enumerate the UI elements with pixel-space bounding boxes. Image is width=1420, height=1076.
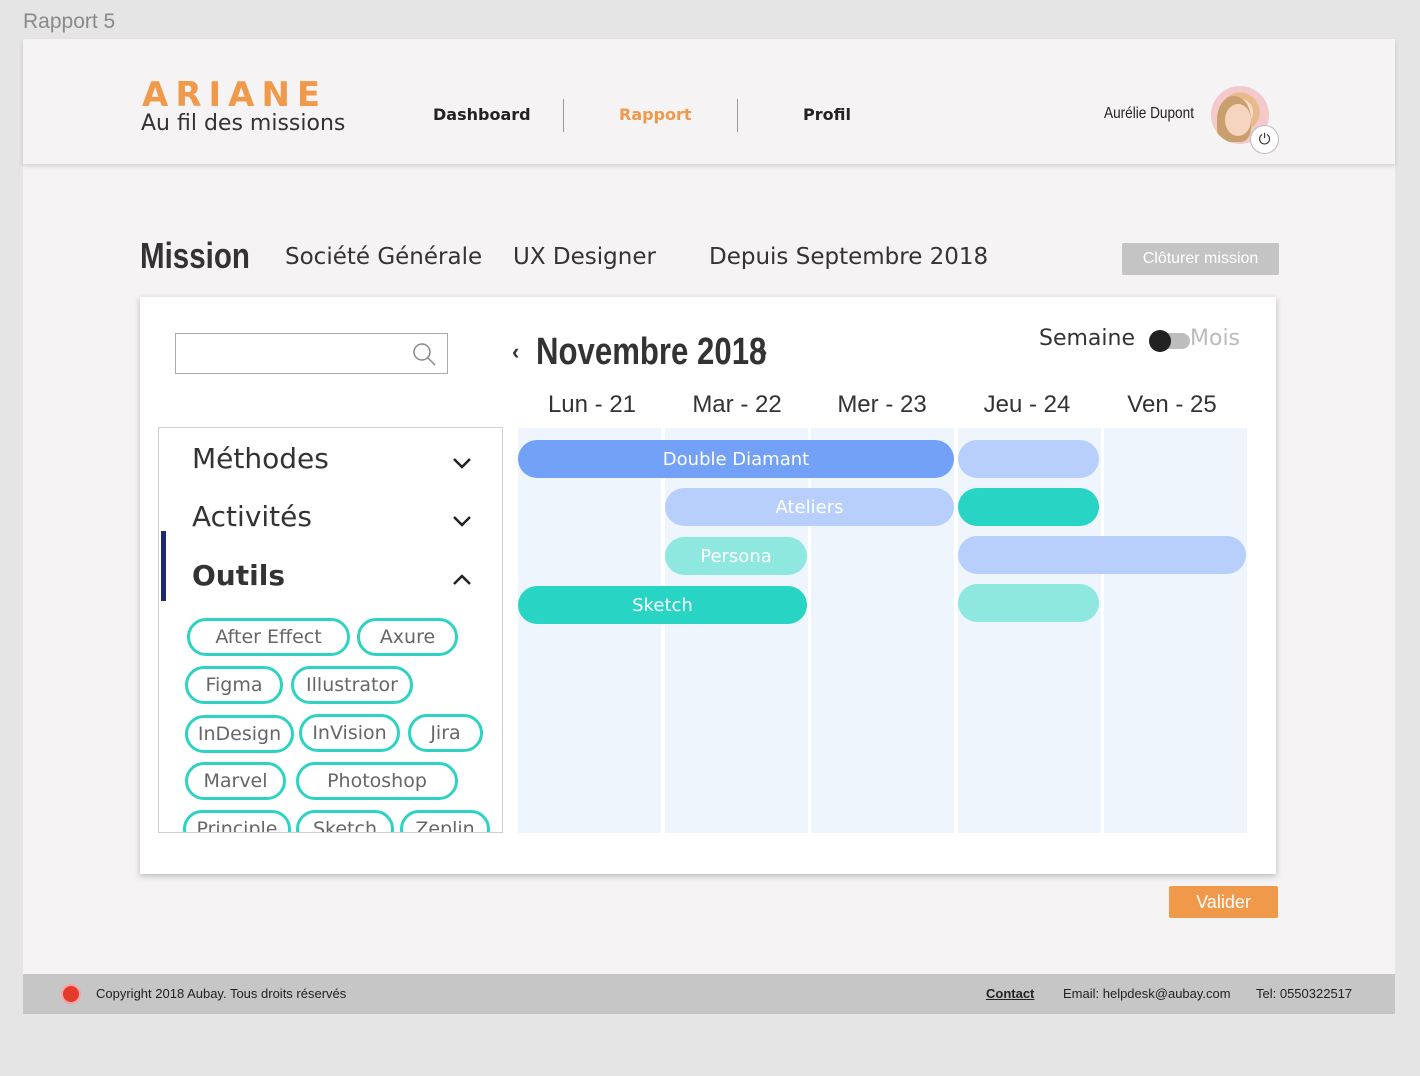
footer-contact-link[interactable]: Contact bbox=[986, 986, 1034, 1001]
tool-tag[interactable]: Illustrator bbox=[291, 666, 413, 704]
tool-tag[interactable]: Sketch bbox=[296, 810, 394, 832]
toggle-knob bbox=[1149, 330, 1171, 352]
frame-title: Rapport 5 bbox=[23, 10, 116, 33]
mission-label: Mission bbox=[140, 235, 250, 276]
view-toggle[interactable] bbox=[1149, 330, 1190, 352]
top-header: ARIANE Au fil des missions Dashboard Rap… bbox=[23, 39, 1395, 164]
filter-section-outils[interactable]: Outils bbox=[192, 559, 285, 592]
event-block[interactable] bbox=[958, 536, 1246, 574]
event-block[interactable] bbox=[958, 440, 1099, 478]
tool-tag[interactable]: After Effect bbox=[187, 618, 350, 656]
event-sketch[interactable]: Sketch bbox=[518, 586, 807, 624]
footer-phone: Tel: 0550322517 bbox=[1256, 986, 1353, 1001]
nav-dashboard[interactable]: Dashboard bbox=[433, 105, 531, 124]
mission-company: Société Générale bbox=[285, 244, 483, 270]
day-header: Mer - 23 bbox=[837, 391, 927, 418]
filter-section-methodes[interactable]: Méthodes bbox=[192, 442, 329, 475]
event-block[interactable] bbox=[958, 488, 1099, 526]
footer-email: Email: helpdesk@aubay.com bbox=[1063, 986, 1231, 1001]
tool-tag[interactable]: Axure bbox=[357, 618, 458, 656]
company-logo-icon bbox=[61, 984, 81, 1004]
calendar-month: Novembre 2018 bbox=[536, 331, 767, 373]
close-mission-button[interactable]: Clôturer mission bbox=[1122, 243, 1279, 275]
day-header: Mar - 22 bbox=[692, 391, 782, 418]
toggle-label-week[interactable]: Semaine bbox=[1039, 326, 1135, 351]
power-icon[interactable]: ⏻ bbox=[1250, 125, 1279, 154]
user-name: Aurélie Dupont bbox=[1104, 105, 1194, 122]
tool-tag[interactable]: Marvel bbox=[185, 762, 286, 800]
app-window: ARIANE Au fil des missions Dashboard Rap… bbox=[23, 39, 1395, 1014]
report-card: ‹ Novembre 2018 › Semaine Mois Lun - 21 … bbox=[140, 297, 1276, 874]
logo-subtitle: Au fil des missions bbox=[141, 111, 346, 136]
chevron-up-icon[interactable] bbox=[451, 569, 473, 591]
event-persona[interactable]: Persona bbox=[665, 537, 807, 575]
day-column[interactable] bbox=[1104, 428, 1247, 833]
nav-divider bbox=[737, 99, 738, 132]
event-double-diamant[interactable]: Double Diamant bbox=[518, 440, 954, 478]
nav-profil[interactable]: Profil bbox=[803, 105, 851, 124]
mission-since: Depuis Septembre 2018 bbox=[709, 244, 989, 270]
tool-tag[interactable]: InDesign bbox=[185, 715, 294, 753]
filter-section-activites[interactable]: Activités bbox=[192, 500, 312, 533]
nav-rapport[interactable]: Rapport bbox=[619, 105, 692, 124]
tool-tag[interactable]: Zeplin bbox=[400, 810, 490, 832]
active-section-indicator bbox=[161, 531, 166, 601]
tool-tag[interactable]: Jira bbox=[408, 714, 483, 752]
filter-panel: Méthodes Activités Outils After Effect A… bbox=[158, 427, 503, 833]
event-ateliers[interactable]: Ateliers bbox=[665, 488, 954, 526]
prev-month-icon[interactable]: ‹ bbox=[512, 339, 519, 365]
next-month-icon[interactable]: › bbox=[760, 339, 767, 365]
event-block[interactable] bbox=[958, 584, 1099, 622]
footer: Copyright 2018 Aubay. Tous droits réserv… bbox=[23, 974, 1395, 1014]
toggle-label-month[interactable]: Mois bbox=[1190, 326, 1240, 351]
tool-tag[interactable]: Principle bbox=[183, 810, 291, 832]
footer-copyright: Copyright 2018 Aubay. Tous droits réserv… bbox=[96, 986, 347, 1001]
day-header: Ven - 25 bbox=[1127, 391, 1217, 418]
search-icon bbox=[413, 343, 436, 366]
search-input[interactable] bbox=[175, 333, 448, 374]
avatar-face bbox=[1225, 104, 1251, 136]
day-column[interactable] bbox=[518, 428, 661, 833]
mission-role: UX Designer bbox=[513, 244, 656, 270]
day-header: Jeu - 24 bbox=[983, 391, 1071, 418]
day-header: Lun - 21 bbox=[547, 391, 637, 418]
logo-title: ARIANE bbox=[142, 75, 328, 115]
validate-button[interactable]: Valider bbox=[1169, 886, 1278, 918]
chevron-down-icon[interactable] bbox=[451, 452, 473, 474]
tool-tag[interactable]: InVision bbox=[299, 714, 400, 752]
chevron-down-icon[interactable] bbox=[451, 510, 473, 532]
tool-tag[interactable]: Photoshop bbox=[296, 762, 458, 800]
nav-divider bbox=[563, 99, 564, 132]
tool-tag[interactable]: Figma bbox=[185, 666, 283, 704]
